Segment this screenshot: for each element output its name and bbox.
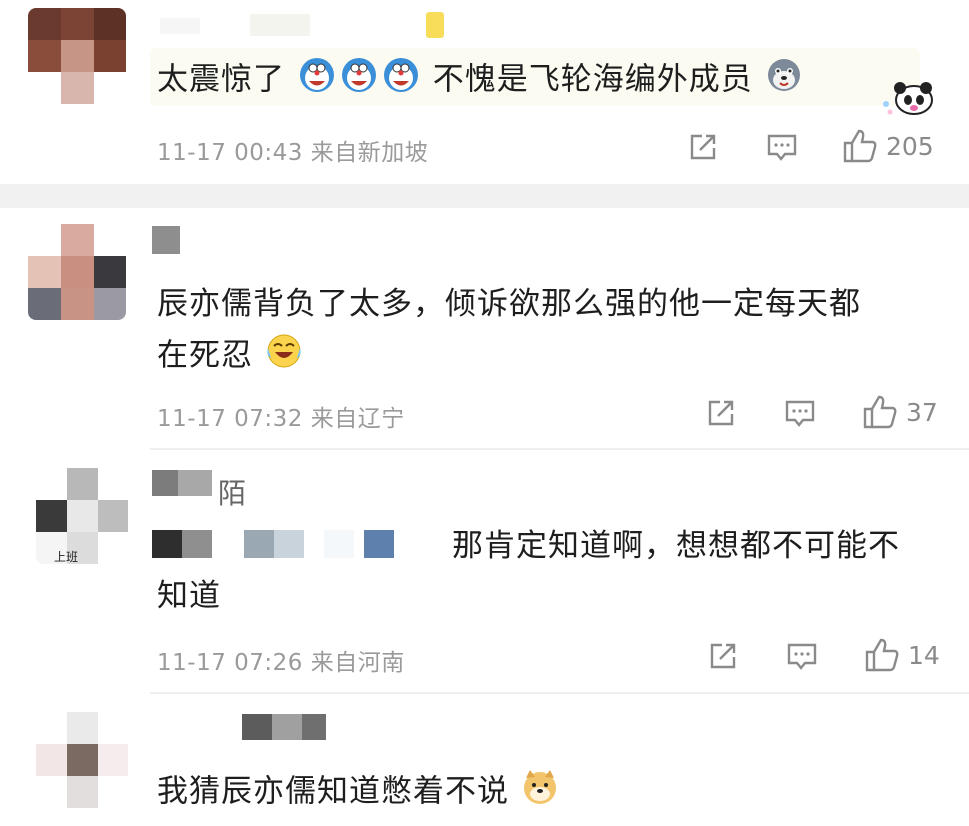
comment-location: 来自新加坡: [310, 140, 429, 166]
username-blurred[interactable]: [152, 226, 192, 256]
comment-meta: 11-17 07:26 来自河南: [157, 643, 405, 677]
username-suffix[interactable]: 陌: [218, 472, 246, 512]
share-button[interactable]: [706, 398, 736, 428]
section-divider: [0, 184, 969, 208]
comment-location: 来自辽宁: [310, 406, 405, 432]
husky-emoji-icon: [764, 56, 804, 106]
comment-text: 那肯定知道啊，想想都不可能不: [452, 528, 900, 564]
share-button[interactable]: [708, 641, 738, 671]
comment-text-part: 在死忍: [157, 337, 253, 374]
comment-text: 太震惊了 不愧是飞轮海编外成员: [157, 56, 804, 106]
comment-text-part2: 不愧是飞轮海编外成员: [432, 61, 753, 98]
thumbs-up-icon: [862, 394, 898, 430]
doraemon-emoji-icon: [296, 56, 338, 106]
username-blurred[interactable]: [160, 10, 450, 40]
username-blurred[interactable]: [160, 714, 340, 744]
avatar[interactable]: [36, 468, 128, 564]
comment-text-line2: 在死忍: [157, 332, 304, 382]
comment-time: 11-17 07:32: [157, 406, 303, 432]
username-blurred[interactable]: [152, 470, 222, 500]
avatar[interactable]: [28, 8, 126, 104]
like-count: 37: [906, 397, 938, 427]
like-button[interactable]: 205: [842, 128, 934, 164]
comment-icon: [786, 641, 818, 673]
comment-icon: [784, 398, 816, 430]
thumbs-up-icon: [842, 128, 878, 164]
doraemon-emoji-icon: [380, 56, 422, 106]
comment-divider: [150, 448, 969, 450]
share-icon: [688, 132, 718, 162]
comment-button[interactable]: [766, 132, 798, 164]
avatar[interactable]: [36, 712, 128, 808]
like-button[interactable]: 14: [864, 637, 940, 673]
comment-text-part: 我猜辰亦儒知道憋着不说: [157, 773, 509, 810]
like-button[interactable]: 37: [862, 394, 938, 430]
panda-sticker-icon: [878, 78, 938, 122]
comment-text-part1: 太震惊了: [157, 61, 285, 98]
like-count: 14: [908, 640, 940, 670]
doge-emoji-icon: [520, 768, 560, 818]
share-button[interactable]: [688, 132, 718, 162]
mention-blurred[interactable]: [152, 530, 452, 560]
comment-icon: [766, 132, 798, 164]
comment-text: 辰亦儒背负了太多，倾诉欲那么强的他一定每天都: [157, 286, 861, 322]
comment-time: 11-17 07:26: [157, 650, 303, 676]
comment-text: 我猜辰亦儒知道憋着不说: [157, 768, 560, 818]
comment-text-line2: 知道: [157, 578, 221, 614]
comment-button[interactable]: [784, 398, 816, 430]
comment-location: 来自河南: [310, 650, 405, 676]
share-icon: [706, 398, 736, 428]
doraemon-emoji-icon: [338, 56, 380, 106]
laugh-cry-emoji-icon: [264, 332, 304, 382]
comment-divider: [150, 692, 969, 694]
comment-meta: 11-17 00:43 来自新加坡: [157, 133, 428, 167]
avatar[interactable]: [28, 224, 126, 320]
avatar-caption: 上班: [54, 550, 79, 564]
comment-meta: 11-17 07:32 来自辽宁: [157, 399, 405, 433]
comment-button[interactable]: [786, 641, 818, 673]
share-icon: [708, 641, 738, 671]
like-count: 205: [886, 131, 934, 161]
thumbs-up-icon: [864, 637, 900, 673]
comment-time: 11-17 00:43: [157, 140, 303, 166]
